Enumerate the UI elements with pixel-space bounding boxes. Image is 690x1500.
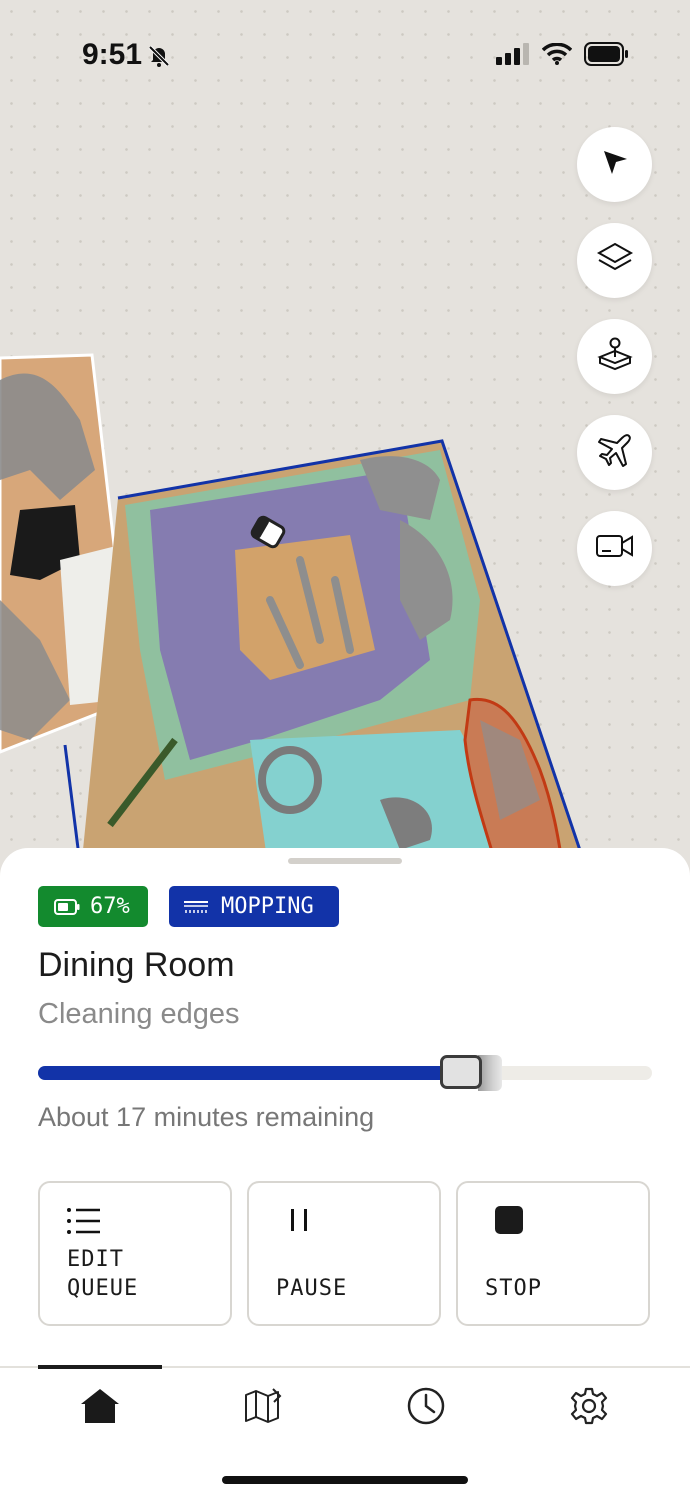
- room-name: Dining Room: [38, 946, 235, 984]
- manual-control-button[interactable]: [577, 319, 652, 394]
- wifi-icon: [541, 42, 573, 70]
- progress-thumb: [440, 1055, 482, 1089]
- battery-icon: [54, 898, 80, 915]
- navigation-arrow-icon: [600, 147, 630, 182]
- time-remaining: About 17 minutes remaining: [38, 1102, 375, 1132]
- settings-icon: [569, 1386, 609, 1431]
- progress-bar: [38, 1055, 652, 1091]
- battery-badge: 67%: [38, 886, 148, 927]
- joystick-icon: [596, 335, 634, 378]
- status-bar: 9:51: [0, 0, 690, 110]
- camera-button[interactable]: [577, 511, 652, 586]
- stop-icon: [494, 1205, 524, 1240]
- status-time: 9:51: [82, 38, 143, 71]
- bell-muted-icon: [147, 44, 171, 73]
- flight-mode-button[interactable]: [577, 415, 652, 490]
- active-tab-indicator: [38, 1365, 162, 1369]
- airplane-icon: [596, 431, 634, 474]
- pause-label: PAUSE: [276, 1276, 348, 1301]
- progress-fill: [38, 1066, 460, 1080]
- layers-button[interactable]: [577, 223, 652, 298]
- home-icon: [79, 1387, 121, 1430]
- stop-label: STOP: [485, 1276, 542, 1301]
- home-indicator: [222, 1476, 468, 1484]
- edit-queue-label-line1: EDIT: [67, 1247, 124, 1272]
- mode-label: MOPPING: [221, 894, 314, 919]
- battery-status-icon: [584, 42, 630, 71]
- edit-queue-label-line2: QUEUE: [67, 1276, 139, 1301]
- pause-icon: [289, 1207, 311, 1240]
- cellular-signal-icon: [496, 43, 530, 70]
- list-icon: [66, 1206, 102, 1241]
- video-camera-icon: [595, 531, 635, 566]
- pause-button[interactable]: PAUSE: [247, 1181, 441, 1326]
- locate-button[interactable]: [577, 127, 652, 202]
- tab-settings[interactable]: [559, 1383, 619, 1433]
- tab-map[interactable]: [233, 1383, 293, 1433]
- tab-home[interactable]: [70, 1383, 130, 1433]
- edit-queue-button[interactable]: EDIT QUEUE: [38, 1181, 232, 1326]
- mop-icon: [183, 899, 209, 915]
- cleaning-status-sheet: 67% MOPPING Dining Room Cleaning edges A…: [0, 848, 690, 1500]
- sheet-drag-handle[interactable]: [288, 858, 402, 864]
- stop-button[interactable]: STOP: [456, 1181, 650, 1326]
- map-icon: [243, 1387, 283, 1430]
- cleaning-phase: Cleaning edges: [38, 998, 240, 1030]
- history-icon: [406, 1386, 446, 1431]
- battery-percent: 67%: [90, 894, 130, 919]
- mode-badge: MOPPING: [169, 886, 339, 927]
- layers-icon: [596, 241, 634, 280]
- floor-map[interactable]: 9:51: [0, 0, 690, 880]
- tab-history[interactable]: [396, 1383, 456, 1433]
